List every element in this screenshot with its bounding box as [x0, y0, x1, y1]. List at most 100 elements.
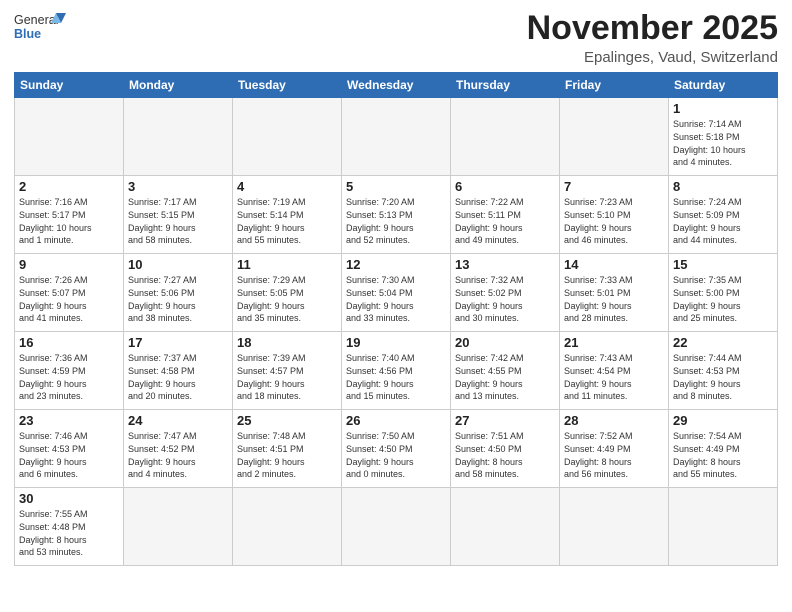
day-number: 15	[673, 257, 773, 272]
calendar-cell: 16 Sunrise: 7:36 AMSunset: 4:59 PMDayligh…	[15, 332, 124, 410]
calendar-cell: 24 Sunrise: 7:47 AMSunset: 4:52 PMDayligh…	[124, 410, 233, 488]
header-day-friday: Friday	[560, 73, 669, 98]
day-number: 16	[19, 335, 119, 350]
week-row-1: 1 Sunrise: 7:14 AMSunset: 5:18 PMDaylight…	[15, 98, 778, 176]
day-info: Sunrise: 7:26 AMSunset: 5:07 PMDaylight:…	[19, 274, 119, 324]
calendar-cell: 8Sunrise: 7:24 AMSunset: 5:09 PMDaylight…	[669, 176, 778, 254]
day-info: Sunrise: 7:42 AMSunset: 4:55 PMDaylight:…	[455, 352, 555, 402]
day-info: Sunrise: 7:37 AMSunset: 4:58 PMDaylight:…	[128, 352, 228, 402]
day-number: 24	[128, 413, 228, 428]
day-number: 7	[564, 179, 664, 194]
calendar-cell: 21Sunrise: 7:43 AMSunset: 4:54 PMDayligh…	[560, 332, 669, 410]
day-info: Sunrise: 7:39 AMSunset: 4:57 PMDaylight:…	[237, 352, 337, 402]
day-number: 3	[128, 179, 228, 194]
calendar-cell: 28Sunrise: 7:52 AMSunset: 4:49 PMDayligh…	[560, 410, 669, 488]
calendar-cell: 18 Sunrise: 7:39 AMSunset: 4:57 PMDayligh…	[233, 332, 342, 410]
week-row-6: 30 Sunrise: 7:55 AMSunset: 4:48 PMDayligh…	[15, 488, 778, 566]
header: General Blue November 2025 Epalinges, Va…	[14, 10, 778, 66]
header-day-tuesday: Tuesday	[233, 73, 342, 98]
calendar-cell	[342, 488, 451, 566]
calendar-cell: 11 Sunrise: 7:29 AMSunset: 5:05 PMDayligh…	[233, 254, 342, 332]
calendar-cell: 22Sunrise: 7:44 AMSunset: 4:53 PMDayligh…	[669, 332, 778, 410]
calendar-cell: 14Sunrise: 7:33 AMSunset: 5:01 PMDayligh…	[560, 254, 669, 332]
day-info: Sunrise: 7:44 AMSunset: 4:53 PMDaylight:…	[673, 352, 773, 402]
day-number: 19	[346, 335, 446, 350]
week-row-2: 2Sunrise: 7:16 AMSunset: 5:17 PMDaylight…	[15, 176, 778, 254]
day-info: Sunrise: 7:54 AMSunset: 4:49 PMDaylight:…	[673, 430, 773, 480]
day-info: Sunrise: 7:47 AMSunset: 4:52 PMDaylight:…	[128, 430, 228, 480]
title-block: November 2025 Epalinges, Vaud, Switzerla…	[527, 10, 778, 66]
day-info: Sunrise: 7:36 AMSunset: 4:59 PMDaylight:…	[19, 352, 119, 402]
day-number: 23	[19, 413, 119, 428]
general-blue-logo-icon: General Blue	[14, 10, 66, 46]
header-day-wednesday: Wednesday	[342, 73, 451, 98]
calendar-cell: 6Sunrise: 7:22 AMSunset: 5:11 PMDaylight…	[451, 176, 560, 254]
day-number: 30	[19, 491, 119, 506]
day-info: Sunrise: 7:24 AMSunset: 5:09 PMDaylight:…	[673, 196, 773, 246]
day-number: 12	[346, 257, 446, 272]
week-row-5: 23 Sunrise: 7:46 AMSunset: 4:53 PMDayligh…	[15, 410, 778, 488]
day-info: Sunrise: 7:16 AMSunset: 5:17 PMDaylight:…	[19, 196, 119, 246]
day-info: Sunrise: 7:50 AMSunset: 4:50 PMDaylight:…	[346, 430, 446, 480]
day-info: Sunrise: 7:32 AMSunset: 5:02 PMDaylight:…	[455, 274, 555, 324]
day-number: 26	[346, 413, 446, 428]
calendar-cell: 17 Sunrise: 7:37 AMSunset: 4:58 PMDayligh…	[124, 332, 233, 410]
calendar-cell	[15, 98, 124, 176]
day-number: 1	[673, 101, 773, 116]
header-day-sunday: Sunday	[15, 73, 124, 98]
calendar-cell: 30 Sunrise: 7:55 AMSunset: 4:48 PMDayligh…	[15, 488, 124, 566]
header-day-thursday: Thursday	[451, 73, 560, 98]
calendar-cell: 1 Sunrise: 7:14 AMSunset: 5:18 PMDaylight…	[669, 98, 778, 176]
day-info: Sunrise: 7:46 AMSunset: 4:53 PMDaylight:…	[19, 430, 119, 480]
calendar-cell: 15 Sunrise: 7:35 AMSunset: 5:00 PMDayligh…	[669, 254, 778, 332]
calendar-cell: 23 Sunrise: 7:46 AMSunset: 4:53 PMDayligh…	[15, 410, 124, 488]
day-info: Sunrise: 7:23 AMSunset: 5:10 PMDaylight:…	[564, 196, 664, 246]
day-info: Sunrise: 7:29 AMSunset: 5:05 PMDaylight:…	[237, 274, 337, 324]
day-info: Sunrise: 7:17 AMSunset: 5:15 PMDaylight:…	[128, 196, 228, 246]
header-day-saturday: Saturday	[669, 73, 778, 98]
header-day-monday: Monday	[124, 73, 233, 98]
calendar-cell: 19Sunrise: 7:40 AMSunset: 4:56 PMDayligh…	[342, 332, 451, 410]
calendar-cell	[124, 488, 233, 566]
day-number: 11	[237, 257, 337, 272]
day-info: Sunrise: 7:55 AMSunset: 4:48 PMDaylight:…	[19, 508, 119, 558]
calendar-cell: 2Sunrise: 7:16 AMSunset: 5:17 PMDaylight…	[15, 176, 124, 254]
calendar-table: SundayMondayTuesdayWednesdayThursdayFrid…	[14, 72, 778, 566]
calendar-cell	[560, 488, 669, 566]
calendar-cell: 3 Sunrise: 7:17 AMSunset: 5:15 PMDaylight…	[124, 176, 233, 254]
day-info: Sunrise: 7:14 AMSunset: 5:18 PMDaylight:…	[673, 118, 773, 168]
day-info: Sunrise: 7:51 AMSunset: 4:50 PMDaylight:…	[455, 430, 555, 480]
calendar-cell: 10Sunrise: 7:27 AMSunset: 5:06 PMDayligh…	[124, 254, 233, 332]
day-number: 27	[455, 413, 555, 428]
day-info: Sunrise: 7:52 AMSunset: 4:49 PMDaylight:…	[564, 430, 664, 480]
day-number: 13	[455, 257, 555, 272]
calendar-cell: 4 Sunrise: 7:19 AMSunset: 5:14 PMDaylight…	[233, 176, 342, 254]
day-info: Sunrise: 7:48 AMSunset: 4:51 PMDaylight:…	[237, 430, 337, 480]
day-number: 4	[237, 179, 337, 194]
day-info: Sunrise: 7:30 AMSunset: 5:04 PMDaylight:…	[346, 274, 446, 324]
day-number: 17	[128, 335, 228, 350]
day-number: 18	[237, 335, 337, 350]
week-row-3: 9Sunrise: 7:26 AMSunset: 5:07 PMDaylight…	[15, 254, 778, 332]
month-title: November 2025	[527, 10, 778, 47]
calendar-cell: 9Sunrise: 7:26 AMSunset: 5:07 PMDaylight…	[15, 254, 124, 332]
calendar-cell	[669, 488, 778, 566]
calendar-cell: 27 Sunrise: 7:51 AMSunset: 4:50 PMDayligh…	[451, 410, 560, 488]
svg-text:General: General	[14, 13, 58, 27]
logo: General Blue	[14, 10, 66, 46]
header-row: SundayMondayTuesdayWednesdayThursdayFrid…	[15, 73, 778, 98]
calendar-cell: 20Sunrise: 7:42 AMSunset: 4:55 PMDayligh…	[451, 332, 560, 410]
day-info: Sunrise: 7:19 AMSunset: 5:14 PMDaylight:…	[237, 196, 337, 246]
day-info: Sunrise: 7:35 AMSunset: 5:00 PMDaylight:…	[673, 274, 773, 324]
calendar-cell: 7 Sunrise: 7:23 AMSunset: 5:10 PMDaylight…	[560, 176, 669, 254]
day-info: Sunrise: 7:20 AMSunset: 5:13 PMDaylight:…	[346, 196, 446, 246]
calendar-cell	[124, 98, 233, 176]
day-info: Sunrise: 7:33 AMSunset: 5:01 PMDaylight:…	[564, 274, 664, 324]
week-row-4: 16 Sunrise: 7:36 AMSunset: 4:59 PMDayligh…	[15, 332, 778, 410]
day-number: 5	[346, 179, 446, 194]
calendar-cell	[451, 98, 560, 176]
page: General Blue November 2025 Epalinges, Va…	[0, 0, 792, 612]
day-info: Sunrise: 7:43 AMSunset: 4:54 PMDaylight:…	[564, 352, 664, 402]
calendar-cell: 13 Sunrise: 7:32 AMSunset: 5:02 PMDayligh…	[451, 254, 560, 332]
calendar-cell: 29Sunrise: 7:54 AMSunset: 4:49 PMDayligh…	[669, 410, 778, 488]
